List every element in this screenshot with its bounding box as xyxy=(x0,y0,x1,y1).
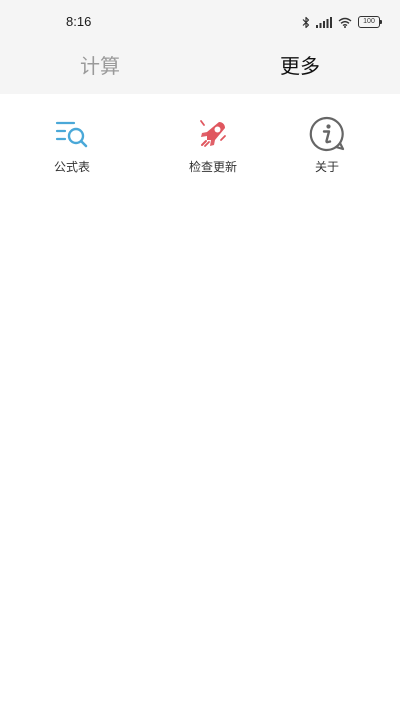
about-button[interactable]: 关于 xyxy=(272,116,382,176)
formula-list-search-icon xyxy=(54,116,90,152)
about-label: 关于 xyxy=(314,160,339,174)
info-icon xyxy=(309,116,345,152)
status-bar: 8:16 100 xyxy=(0,0,400,44)
tab-more[interactable]: 更多 xyxy=(240,44,360,84)
formula-table-label: 公式表 xyxy=(53,160,90,174)
status-time: 8:16 xyxy=(66,14,92,29)
rocket-icon xyxy=(195,116,231,152)
battery-icon: 100 xyxy=(358,16,382,28)
wifi-icon xyxy=(338,17,352,28)
formula-table-button[interactable]: 公式表 xyxy=(17,116,127,176)
status-icons: 100 xyxy=(302,14,382,30)
signal-icon xyxy=(316,16,332,28)
bluetooth-icon xyxy=(302,16,310,29)
tab-calculate[interactable]: 计算 xyxy=(40,44,160,84)
tools-grid: 公式表 检查更新 关于 xyxy=(0,94,400,184)
check-update-button[interactable]: 检查更新 xyxy=(158,116,268,176)
tab-bar: 计算 更多 xyxy=(0,44,400,94)
check-update-label: 检查更新 xyxy=(188,160,237,174)
